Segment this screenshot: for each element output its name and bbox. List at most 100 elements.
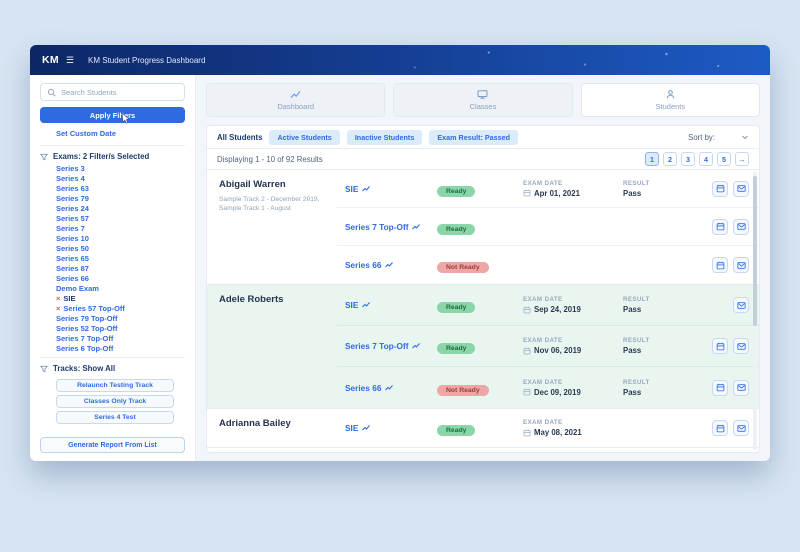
exam-row: Series 7 Top-Off Ready EXAM DATE Nov 06,… <box>337 326 759 367</box>
exam-row: Series 66 Not Ready <box>337 246 759 284</box>
exam-filter-item[interactable]: Series 87 <box>56 264 185 274</box>
exam-name[interactable]: Series 66 <box>345 260 437 270</box>
apply-filters-button[interactable]: Apply Filters <box>40 107 185 123</box>
track-button-series-4-test[interactable]: Series 4 Test <box>56 411 174 424</box>
page-button-3[interactable]: 3 <box>681 152 695 166</box>
page-button-1[interactable]: 1 <box>645 152 659 166</box>
email-button[interactable] <box>733 297 749 313</box>
sort-by-dropdown[interactable]: Sort by: <box>688 133 749 142</box>
exam-rows: SIE Ready EXAM DATE Sep 24, 2019 RESULT <box>337 285 759 408</box>
track-button-relaunch-testing[interactable]: Relaunch Testing Track <box>56 379 174 392</box>
page-button-5[interactable]: 5 <box>717 152 731 166</box>
schedule-button[interactable] <box>712 338 728 354</box>
page-button-2[interactable]: 2 <box>663 152 677 166</box>
exam-filter-item[interactable]: Series 65 <box>56 254 185 264</box>
calendar-icon <box>523 388 531 396</box>
exam-filter-item[interactable]: Series 4 <box>56 174 185 184</box>
search-input[interactable] <box>61 88 178 97</box>
exam-date-value: Nov 06, 2019 <box>534 346 581 355</box>
exam-filter-item[interactable]: Series 6 Top-Off <box>56 344 185 354</box>
trend-icon <box>412 223 420 231</box>
exam-filter-item[interactable]: Series 24 <box>56 204 185 214</box>
scrollbar[interactable] <box>753 172 757 450</box>
schedule-button[interactable] <box>712 257 728 273</box>
calendar-icon <box>523 347 531 355</box>
chevron-down-icon <box>741 133 749 141</box>
students-person-icon <box>665 89 676 100</box>
app-window: KM ☰ KM Student Progress Dashboard Apply… <box>30 45 770 461</box>
trend-icon <box>385 384 393 392</box>
student-name[interactable]: Adrianna Bailey <box>219 418 329 429</box>
tab-dashboard[interactable]: Dashboard <box>206 83 385 117</box>
scrollbar-thumb[interactable] <box>753 176 757 326</box>
app-body: Apply Filters Set Custom Date Exams: 2 F… <box>30 75 770 461</box>
filter-all-students[interactable]: All Students <box>217 133 262 142</box>
sidebar: Apply Filters Set Custom Date Exams: 2 F… <box>30 75 196 461</box>
remove-icon[interactable]: × <box>56 294 60 304</box>
student-section-adele-roberts: Adele Roberts SIE Ready EXAM DATE <box>207 285 759 409</box>
email-button[interactable] <box>733 219 749 235</box>
exam-filter-item[interactable]: Series 50 <box>56 244 185 254</box>
exam-filter-item[interactable]: Demo Exam <box>56 284 185 294</box>
email-button[interactable] <box>733 338 749 354</box>
exam-name[interactable]: SIE <box>345 423 437 433</box>
exam-name[interactable]: SIE <box>345 300 437 310</box>
exam-name[interactable]: SIE <box>345 184 437 194</box>
status-badge: Ready <box>437 343 475 354</box>
student-name[interactable]: Abigail Warren <box>219 179 329 190</box>
result-label: RESULT <box>623 337 693 344</box>
filter-chip-inactive-students[interactable]: Inactive Students <box>347 130 423 145</box>
student-name[interactable]: Adele Roberts <box>219 294 329 305</box>
page-button-4[interactable]: 4 <box>699 152 713 166</box>
schedule-button[interactable] <box>712 181 728 197</box>
exam-filter-list: Series 3 Series 4 Series 63 Series 79 Se… <box>40 164 185 354</box>
next-page-button[interactable]: → <box>735 152 749 166</box>
schedule-button[interactable] <box>712 380 728 396</box>
classes-monitor-icon <box>477 89 488 100</box>
exam-filter-item-selected[interactable]: ×SIE <box>56 294 185 304</box>
exam-filter-item[interactable]: Series 57 <box>56 214 185 224</box>
exam-filter-item[interactable]: Series 3 <box>56 164 185 174</box>
tab-classes[interactable]: Classes <box>393 83 572 117</box>
email-button[interactable] <box>733 181 749 197</box>
track-button-classes-only[interactable]: Classes Only Track <box>56 395 174 408</box>
exam-filter-item-selected[interactable]: ×Series 57 Top-Off <box>56 304 185 314</box>
exam-filter-item[interactable]: Series 52 Top-Off <box>56 324 185 334</box>
results-bar: Displaying 1 - 10 of 92 Results 1 2 3 4 … <box>207 149 759 170</box>
remove-icon[interactable]: × <box>56 304 60 314</box>
app-header: KM ☰ KM Student Progress Dashboard <box>30 45 770 75</box>
filter-chip-active-students[interactable]: Active Students <box>269 130 339 145</box>
calendar-icon <box>523 429 531 437</box>
mail-icon <box>737 383 746 392</box>
status-badge: Not Ready <box>437 385 489 396</box>
exam-filter-item[interactable]: Series 63 <box>56 184 185 194</box>
mail-icon <box>737 424 746 433</box>
exam-filter-item[interactable]: Series 79 Top-Off <box>56 314 185 324</box>
exam-date-label: EXAM DATE <box>523 379 623 386</box>
set-custom-date-link[interactable]: Set Custom Date <box>40 129 185 138</box>
exam-name[interactable]: Series 66 <box>345 383 437 393</box>
menu-icon[interactable]: ☰ <box>66 55 74 66</box>
exam-filter-item[interactable]: Series 66 <box>56 274 185 284</box>
result-value: Pass <box>623 189 641 198</box>
schedule-button[interactable] <box>712 420 728 436</box>
filter-chip-exam-result-passed[interactable]: Exam Result: Passed <box>429 130 518 145</box>
exam-filter-item[interactable]: Series 7 <box>56 224 185 234</box>
results-summary: Displaying 1 - 10 of 92 Results <box>217 155 323 164</box>
student-info: Adele Roberts <box>207 285 337 408</box>
search-box[interactable] <box>40 83 185 101</box>
trend-icon <box>412 342 420 350</box>
email-button[interactable] <box>733 420 749 436</box>
exam-date-value: Sep 24, 2019 <box>534 305 581 314</box>
email-button[interactable] <box>733 257 749 273</box>
mail-icon <box>737 342 746 351</box>
generate-report-button[interactable]: Generate Report From List <box>40 437 185 453</box>
exam-filter-item[interactable]: Series 7 Top-Off <box>56 334 185 344</box>
email-button[interactable] <box>733 380 749 396</box>
schedule-button[interactable] <box>712 219 728 235</box>
exam-filter-item[interactable]: Series 10 <box>56 234 185 244</box>
exam-name[interactable]: Series 7 Top-Off <box>345 222 437 232</box>
exam-name[interactable]: Series 7 Top-Off <box>345 341 437 351</box>
exam-filter-item[interactable]: Series 79 <box>56 194 185 204</box>
tab-students[interactable]: Students <box>581 83 760 117</box>
